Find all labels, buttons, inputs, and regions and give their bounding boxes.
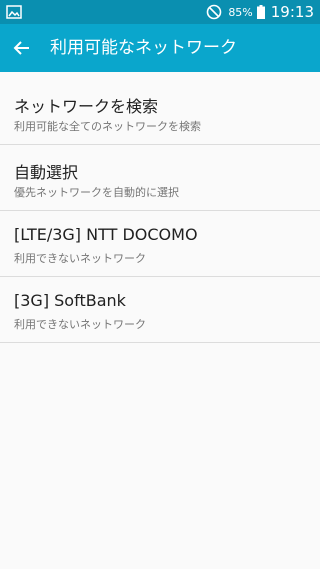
list-item-title: [3G] SoftBank (14, 291, 126, 310)
list-item-title: ネットワークを検索 (14, 97, 159, 116)
list-item-title: [LTE/3G] NTT DOCOMO (14, 225, 198, 244)
gallery-notification-icon (6, 5, 22, 19)
list-item-summary: 優先ネットワークを自動的に選択 (14, 186, 179, 199)
clock: 19:13 (270, 3, 314, 21)
status-bar: 85% 19:13 (0, 0, 320, 24)
search-networks-item[interactable]: ネットワークを検索 利用可能な全てのネットワークを検索 (0, 79, 320, 145)
back-arrow-icon[interactable] (10, 36, 34, 60)
battery-icon (256, 5, 265, 19)
network-item-softbank[interactable]: [3G] SoftBank 利用できないネットワーク (0, 277, 320, 343)
list-item-title: 自動選択 (14, 163, 79, 182)
list-item-summary: 利用可能な全てのネットワークを検索 (14, 120, 201, 133)
list-item-summary: 利用できないネットワーク (14, 252, 146, 265)
auto-select-item[interactable]: 自動選択 優先ネットワークを自動的に選択 (0, 145, 320, 211)
list-item-summary: 利用できないネットワーク (14, 318, 146, 331)
app-bar: 利用可能なネットワーク (0, 24, 320, 72)
battery-percentage: 85% (228, 5, 253, 19)
network-item-docomo[interactable]: [LTE/3G] NTT DOCOMO 利用できないネットワーク (0, 211, 320, 277)
do-not-disturb-icon (207, 4, 222, 20)
page-title: 利用可能なネットワーク (50, 38, 237, 58)
network-list: ネットワークを検索 利用可能な全てのネットワークを検索 自動選択 優先ネットワー… (0, 79, 320, 343)
